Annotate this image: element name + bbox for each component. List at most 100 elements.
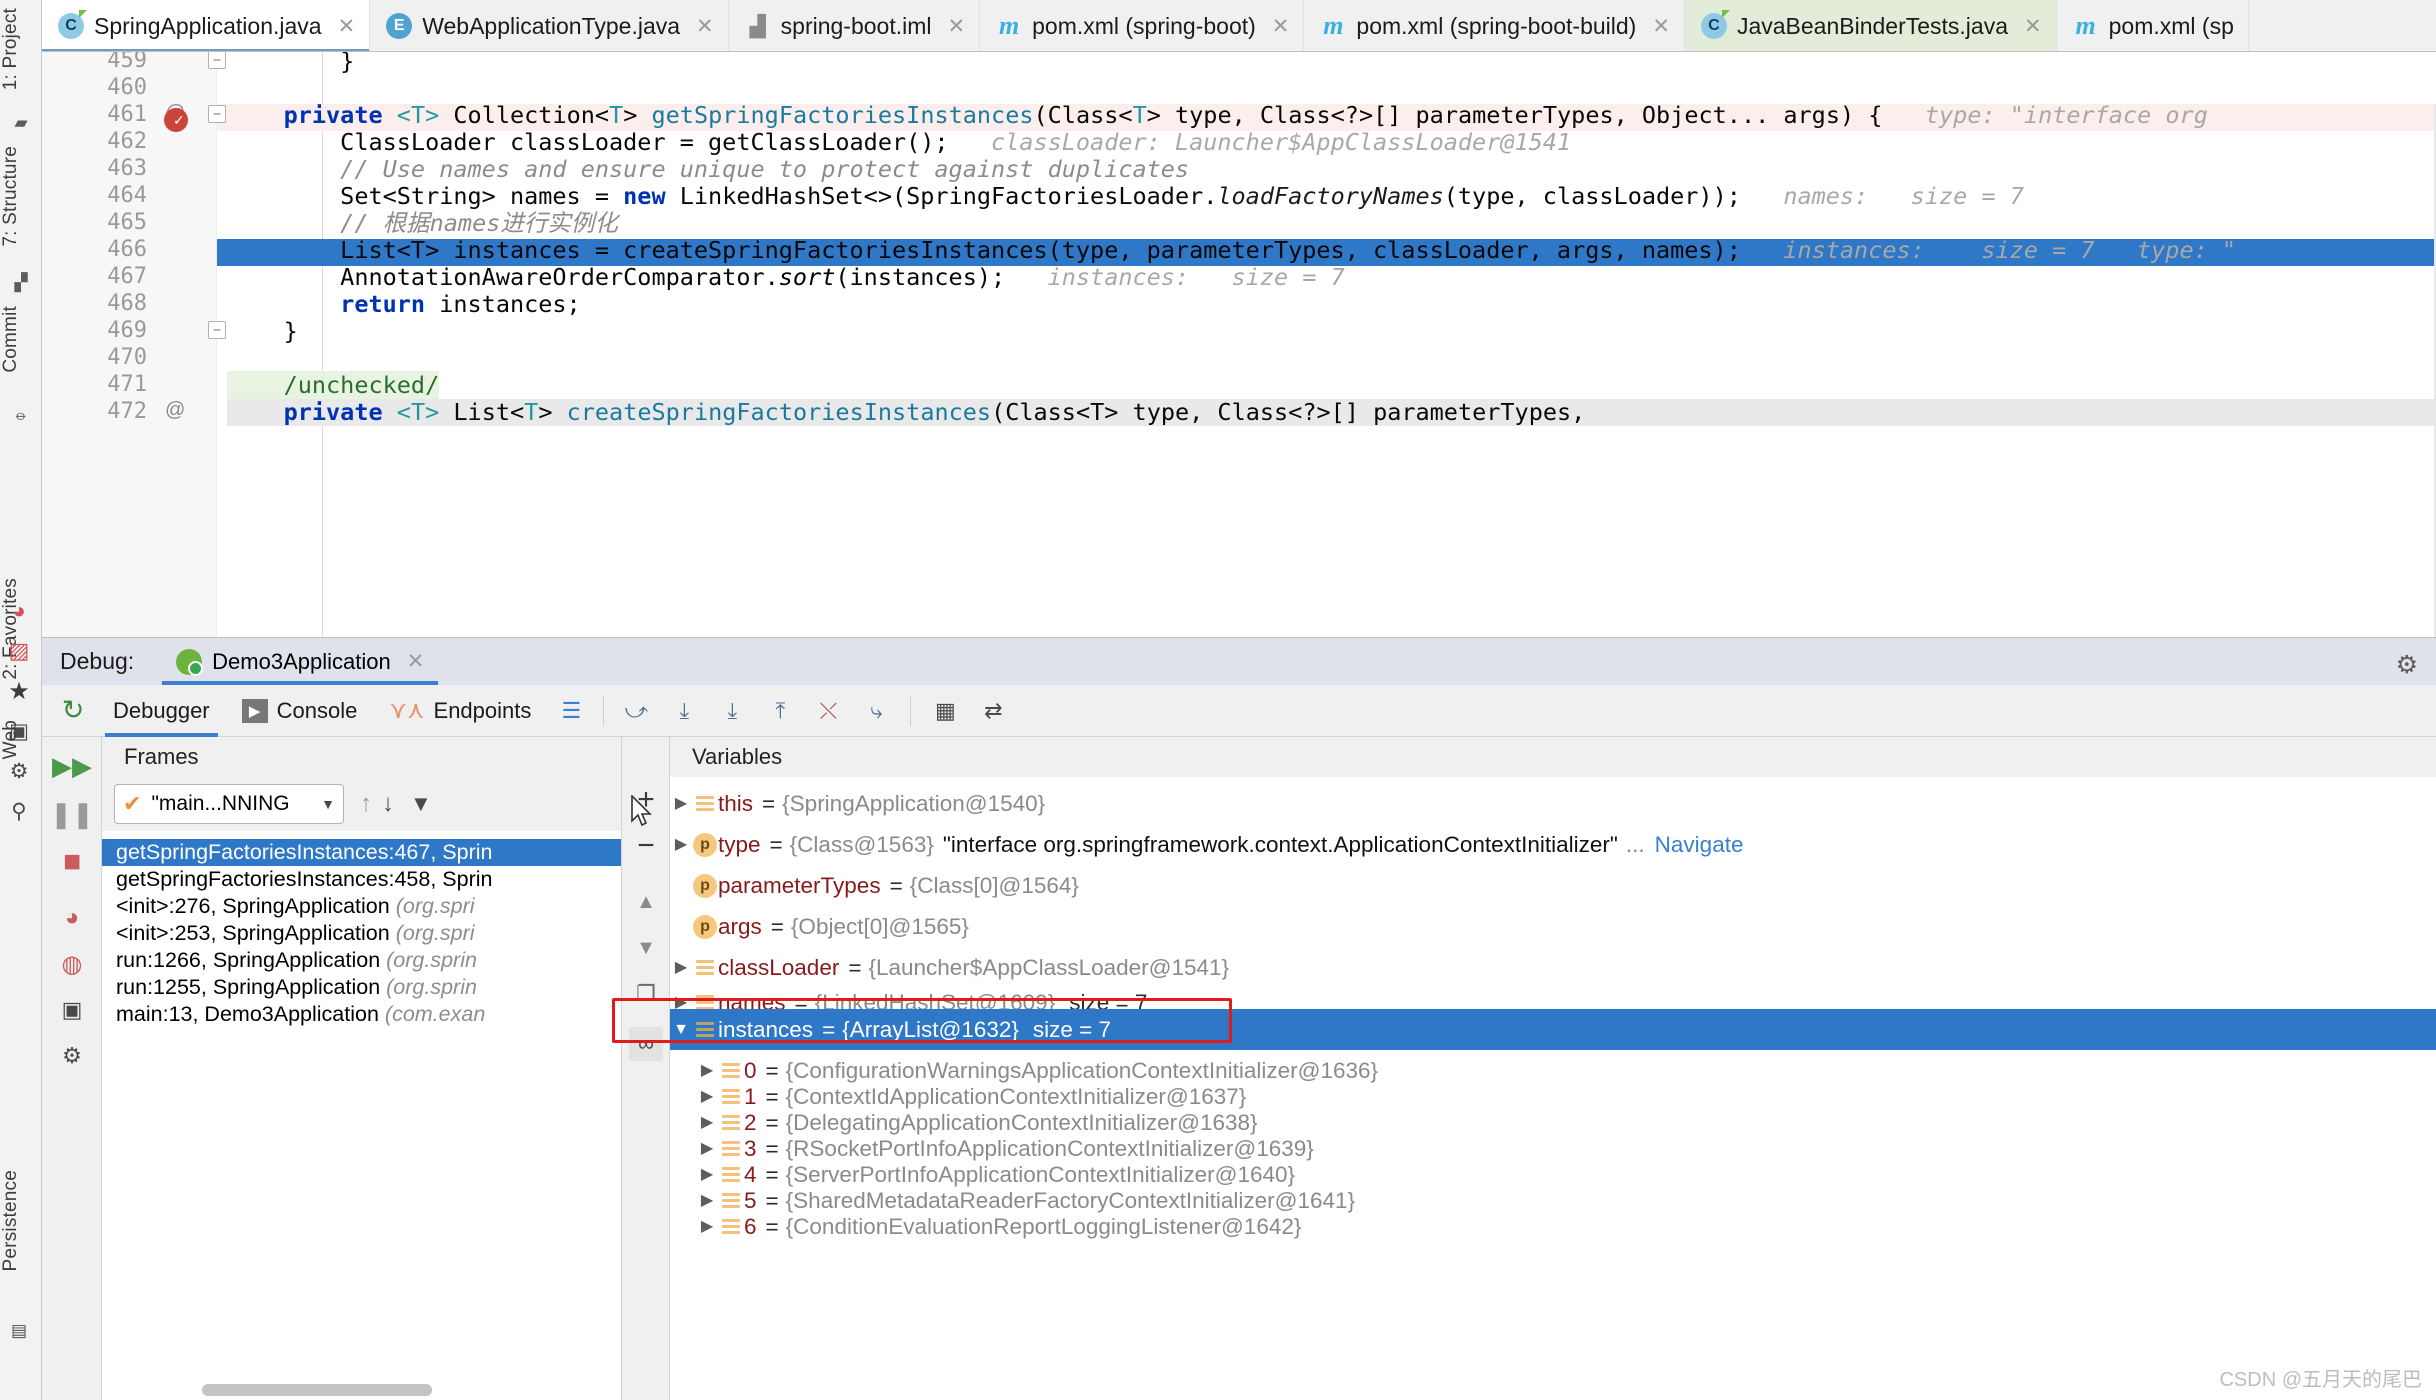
filter-icon[interactable]: ▼ [410,791,432,817]
collapse-arrow-icon[interactable]: ▼ [670,1009,692,1050]
expand-arrow-icon[interactable]: ▶ [670,783,692,824]
sidebar-item-persistence[interactable]: Persistence [0,1170,42,1271]
rerun-icon[interactable]: ↻ [54,692,92,730]
module-icon: ▟ [749,15,766,38]
tab-webapplicationtype[interactable]: E WebApplicationType.java ✕ [370,0,729,51]
tab-label: spring-boot.iml [780,12,932,39]
commit-icon: ⦵ [13,405,29,424]
sidebar-item-favorites[interactable]: 2: Favorites [0,578,42,680]
arrow-down-icon[interactable]: ↓ [382,790,394,818]
sidebar-item-structure[interactable]: 7: Structure [0,146,42,247]
variable-row-6[interactable]: ▶ 6 = {ConditionEvaluationReportLoggingL… [670,1206,2436,1247]
bug-icon[interactable]: ◕ [8,598,30,623]
toolbar-divider [910,695,912,726]
remove-icon[interactable]: − [629,829,663,863]
tab-spring-boot-iml[interactable]: ▟ spring-boot.iml ✕ [728,0,981,51]
frame-item-5[interactable]: run:1255, SpringApplication (org.sprin [102,974,621,1001]
debug-session-tab[interactable]: Demo3Application ✕ [162,638,439,685]
expand-arrow-icon[interactable]: ▶ [696,1206,718,1247]
java-class-icon: C [58,10,87,39]
variable-row-instances[interactable]: ▼ instances = {ArrayList@1632} size = 7 [670,1009,2436,1050]
close-icon[interactable]: ✕ [407,649,425,674]
coverage-icon[interactable]: ▨ [8,638,30,663]
drop-frame-icon[interactable]: ⤬ [809,692,847,730]
sidebar-item-web[interactable]: Web [0,720,42,759]
layout-icon[interactable]: ☰ [552,692,590,730]
frame-item-6[interactable]: main:13, Demo3Application (com.exan [102,1001,621,1028]
tab-springapplication[interactable]: C SpringApplication.java ✕ [42,0,371,51]
sidebar-item-commit[interactable]: Commit [0,306,42,373]
java-class-icon: C [1700,10,1730,39]
layout-settings-icon[interactable]: ▣ [53,991,91,1029]
frame-item-0[interactable]: getSpringFactoriesInstances:467, Sprin [102,839,621,866]
tab-javabeanbindertests[interactable]: C JavaBeanBinderTests.java ✕ [1684,0,2057,51]
fold-icon[interactable]: − [208,105,226,123]
variable-row-args[interactable]: p args = {Object[0]@1565} [670,906,2436,947]
tab-pom-spring-boot-build[interactable]: m pom.xml (spring-boot-build) ✕ [1304,0,1685,51]
expand-arrow-icon[interactable]: ▶ [670,824,692,865]
code-line-467: AnnotationAwareOrderComparator.sort(inst… [227,263,1345,291]
step-out-icon[interactable]: ⤒ [761,692,799,730]
close-icon[interactable]: ✕ [948,14,966,39]
move-down-icon[interactable]: ▼ [629,931,663,965]
override-annotation-icon[interactable]: @ [165,399,185,422]
tab-label: WebApplicationType.java [422,12,681,39]
close-icon[interactable]: ✕ [1652,14,1670,39]
pin-icon[interactable]: ⚲ [8,800,30,823]
close-icon[interactable]: ✕ [1272,14,1290,39]
variable-row-type[interactable]: ▶ p type = {Class@1563} "interface org.s… [670,824,2436,865]
param-icon: p [692,873,718,898]
code-editor[interactable]: 459 460 461 462 463 464 465 466 467 468 … [42,52,2436,637]
navigate-link[interactable]: Navigate [1655,824,1744,865]
pause-icon[interactable]: ❚❚ [50,795,94,833]
help-icon[interactable]: ⚙ [53,1037,91,1075]
settings-gear-icon[interactable]: ⚙ [2396,650,2418,680]
variable-row-parametertypes[interactable]: p parameterTypes = {Class[0]@1564} [670,865,2436,906]
frame-item-1[interactable]: getSpringFactoriesInstances:458, Sprin [102,866,621,893]
horizontal-scrollbar[interactable] [202,1384,432,1396]
variable-row-this[interactable]: ▶ this = {SpringApplication@1540} [670,783,2436,824]
console-icon: ▶ [241,698,268,723]
arrow-up-icon[interactable]: ↑ [360,790,372,818]
star-icon[interactable]: ★ [8,678,30,705]
tab-debugger[interactable]: Debugger [97,685,226,737]
tab-console[interactable]: ▶ Console [226,685,374,737]
debug-tool-window: Debug: Demo3Application ✕ ⚙ ↻ Debugger ▶… [42,637,2436,1400]
step-into-icon[interactable]: ⤓ [665,692,703,730]
force-step-into-icon[interactable]: ⤓ [713,692,751,730]
code-line-468: return instances; [227,290,581,318]
fold-icon[interactable]: − [208,52,226,69]
watch-icon[interactable]: ∞ [629,1027,663,1061]
run-to-cursor-icon[interactable]: ⤷ [857,692,895,730]
evaluate-icon[interactable]: ▦ [926,692,964,730]
move-up-icon[interactable]: ▲ [629,885,663,919]
tab-pom-sp[interactable]: m pom.xml (sp [2056,0,2249,51]
view-breakpoints-icon[interactable]: ◕ [53,899,91,937]
frame-item-4[interactable]: run:1266, SpringApplication (org.sprin [102,947,621,974]
close-icon[interactable]: ✕ [338,14,356,39]
close-icon[interactable]: ✕ [696,14,714,39]
copy-icon[interactable]: ❐ [629,977,663,1011]
close-icon[interactable]: ✕ [2024,14,2042,39]
step-over-icon[interactable]: ⤻ [617,692,655,730]
stop-icon[interactable]: ■ [53,843,91,881]
toolbar-divider [603,695,605,726]
resume-icon[interactable]: ▶▶ [52,747,92,785]
param-icon: p [692,832,718,857]
chevron-down-icon[interactable]: ▼ [321,796,335,812]
sidebar-item-project[interactable]: 1: Project [0,8,42,90]
thread-selector[interactable]: ✔ "main...NNING ▼ [114,784,344,824]
gear-icon[interactable]: ⚙ [8,760,30,783]
settings-list-icon[interactable]: ⇄ [974,692,1012,730]
tab-pom-spring-boot[interactable]: m pom.xml (spring-boot) ✕ [980,0,1305,51]
tab-label: pom.xml (spring-boot-build) [1356,12,1637,39]
mute-breakpoints-icon[interactable]: ◍ [53,945,91,983]
code-line-459: } [227,52,355,75]
code-line-472: private <T> List<T> createSpringFactorie… [227,399,2436,426]
java-enum-icon: E [386,13,413,39]
fold-icon[interactable]: − [208,321,226,339]
frame-item-3[interactable]: <init>:253, SpringApplication (org.spri [102,920,621,947]
frame-item-2[interactable]: <init>:276, SpringApplication (org.spri [102,893,621,920]
frame-package: (org.spri [395,921,475,945]
tab-endpoints[interactable]: ⋎⋏ Endpoints [373,685,547,737]
